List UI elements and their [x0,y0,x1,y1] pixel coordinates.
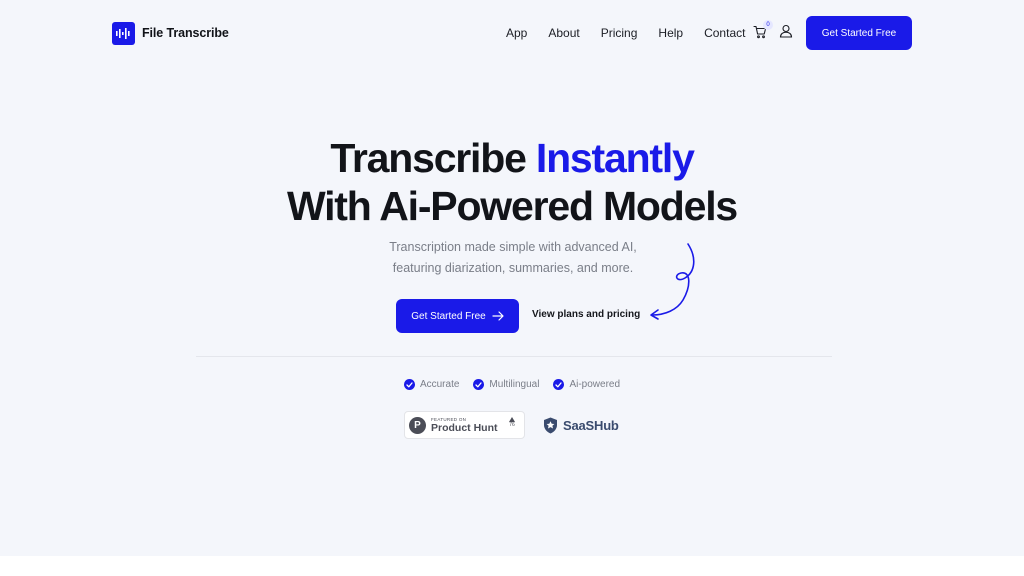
nav-about[interactable]: About [548,26,579,40]
view-plans-link[interactable]: View plans and pricing [532,309,640,320]
hero-subtitle-line2: featuring diarization, summaries, and mo… [392,261,634,275]
hero-cta-label: Get Started Free [411,310,486,322]
header-get-started-button[interactable]: Get Started Free [806,16,912,50]
nav-contact[interactable]: Contact [704,26,745,40]
product-hunt-badge[interactable]: P FEATURED ON Product Hunt 76 [404,411,525,439]
arrow-right-icon [492,311,504,321]
nav-app[interactable]: App [506,26,527,40]
feature-item: Accurate [403,379,460,390]
product-hunt-vote-count: 76 [509,422,515,428]
feature-label: Multilingual [489,379,540,390]
hero-title: Transcribe Instantly With Ai-Powered Mod… [0,134,1024,230]
hero-title-accent: Instantly [535,135,695,181]
product-hunt-text: FEATURED ON Product Hunt [431,417,498,434]
saashub-name: SaaSHub [563,417,619,433]
check-circle-icon [473,379,485,390]
brand-logo[interactable]: File Transcribe [112,21,229,45]
top-navigation: File Transcribe App About Pricing Help C… [112,16,912,50]
feature-item: Ai-powered [553,379,620,390]
product-hunt-name: Product Hunt [431,421,498,434]
check-circle-icon [403,379,415,390]
logo-waveform-icon [112,21,135,45]
hero-title-line2: With Ai-Powered Models [286,183,738,229]
squiggle-arrow-icon [650,243,695,320]
main-nav: App About Pricing Help Contact [506,16,745,50]
nav-pricing[interactable]: Pricing [601,26,638,40]
hero-title-plain: Transcribe [330,135,536,181]
feature-list: Accurate Multilingual Ai-powered [0,379,1024,390]
nav-help[interactable]: Help [658,26,683,40]
saashub-badge[interactable]: SaaSHub [543,417,619,434]
cart-count-badge: 0 [763,20,773,30]
hero-subtitle: Transcription made simple with advanced … [0,237,1024,279]
product-hunt-icon: P [409,416,426,434]
feature-label: Accurate [419,379,460,390]
check-circle-icon [553,379,565,390]
product-hunt-votes: 76 [509,417,515,429]
hero-subtitle-line1: Transcription made simple with advanced … [389,240,637,254]
saashub-shield-icon [544,417,557,433]
badge-row: P FEATURED ON Product Hunt 76 SaaSHub [404,411,624,439]
feature-label: Ai-powered [569,379,621,390]
brand-name: File Transcribe [142,26,229,40]
cart-button[interactable]: 0 [753,20,773,39]
user-icon [779,24,793,38]
account-button[interactable] [779,24,793,38]
feature-item: Multilingual [473,379,539,390]
hero-get-started-button[interactable]: Get Started Free [396,299,519,333]
divider [196,356,832,357]
